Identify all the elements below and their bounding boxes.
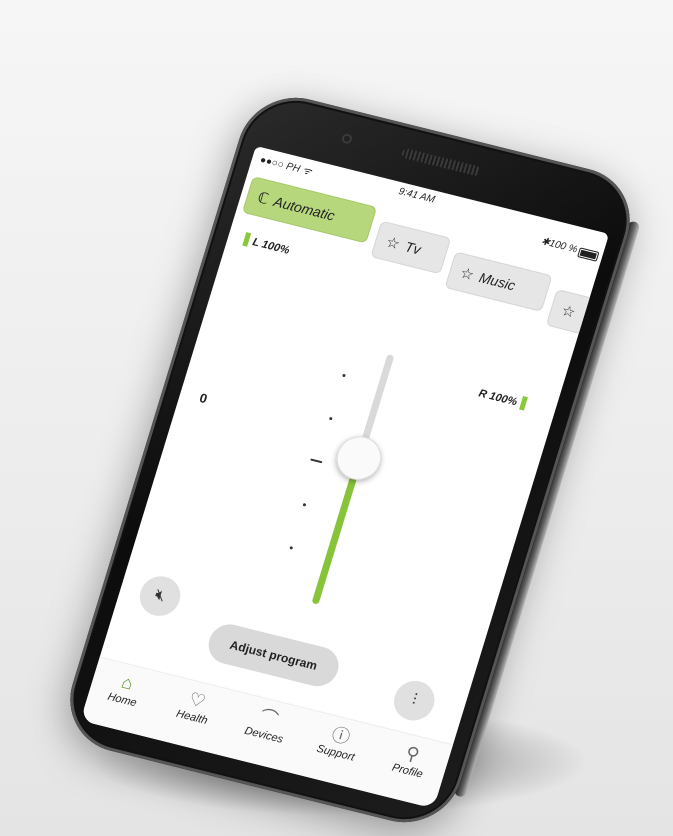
adjust-program-button[interactable]: Adjust program — [203, 620, 344, 691]
nav-profile[interactable]: ⚲ Profile — [373, 734, 450, 785]
mute-button[interactable]: 🔇︎ — [134, 572, 186, 621]
nav-health[interactable]: ♡ Health — [157, 680, 234, 731]
nav-support[interactable]: ⓘ Support — [301, 716, 378, 767]
slider-knob[interactable] — [331, 431, 387, 485]
tab-music[interactable]: ☆ Music — [444, 251, 553, 312]
battery-bar-icon — [242, 232, 252, 247]
equalizer-button[interactable]: ⫶ — [388, 676, 440, 725]
tab-label: Automatic — [271, 193, 337, 224]
speaker-mute-icon: 🔇︎ — [152, 586, 168, 605]
tab-label: Music — [477, 269, 518, 294]
slider-tick-major — [310, 458, 323, 464]
right-battery-label: R 100% — [477, 387, 519, 409]
app-screen: ●●○○ PH ᯤ 9:41 AM ✱100 % ℂ Automatic ☆ T… — [80, 145, 610, 809]
nav-devices[interactable]: ⌒ Devices — [229, 698, 306, 749]
slider-tick — [289, 546, 294, 550]
volume-value: 0 — [197, 390, 210, 407]
left-battery-label: L 100% — [250, 236, 292, 257]
tab-tv[interactable]: ☆ Tv — [370, 220, 452, 275]
star-icon: ☆ — [383, 233, 402, 254]
volume-slider[interactable] — [289, 350, 410, 628]
right-battery: R 100% — [477, 386, 532, 412]
sliders-icon: ⫶ — [409, 691, 419, 709]
slider-fill — [311, 476, 357, 605]
phone-device: ●●○○ PH ᯤ 9:41 AM ✱100 % ℂ Automatic ☆ T… — [56, 86, 644, 834]
tab-label: Tv — [403, 238, 423, 258]
nav-home[interactable]: ⌂ Home — [87, 663, 164, 714]
ear-icon: ℂ — [255, 189, 271, 209]
slider-tick — [302, 503, 307, 507]
left-battery: L 100% — [238, 231, 291, 257]
slider-tick — [328, 416, 333, 421]
product-stage: ●●○○ PH ᯤ 9:41 AM ✱100 % ℂ Automatic ☆ T… — [0, 0, 673, 836]
star-icon: ☆ — [559, 302, 578, 322]
star-icon: ☆ — [458, 264, 477, 285]
battery-bar-icon — [518, 395, 528, 411]
slider-tick — [342, 373, 346, 378]
status-time: 9:41 AM — [397, 186, 437, 206]
